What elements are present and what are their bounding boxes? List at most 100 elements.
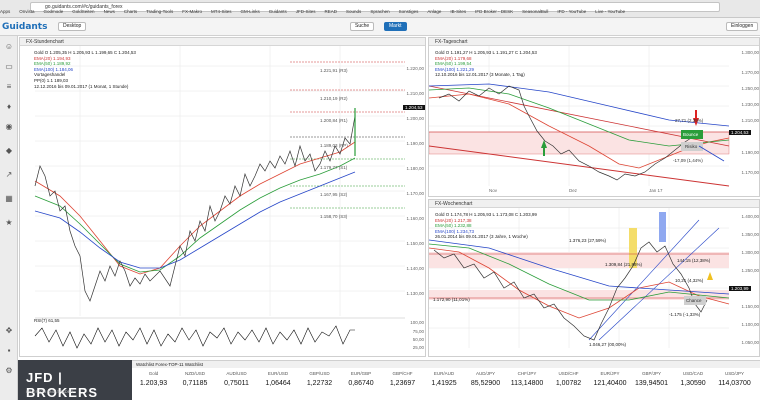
panel-title: FX-Tageschart — [429, 38, 759, 46]
daily-x-dez: Dez — [569, 188, 578, 193]
bookmark-item[interactable]: Godmode — [44, 9, 64, 14]
shield-icon[interactable]: ◆ — [4, 146, 14, 156]
bookmark-item[interactable]: Sounds — [346, 9, 361, 14]
bookmark-item[interactable]: Sonstiges — [399, 9, 419, 14]
watchlist-item[interactable]: GBP/JPY 139,94501 — [634, 371, 669, 401]
daily-price-tag: 1.204,53 — [729, 130, 751, 135]
pivot-s2-label: 1.167,95 (S2) — [320, 192, 348, 197]
bookmark-item[interactable]: Sprachen — [370, 9, 389, 14]
watchlist: Watchlist Forex-TOP-11 Watchlist Gold 1.2… — [132, 360, 760, 400]
watchlist-symbol: GBP/JPY — [641, 371, 661, 376]
login-button[interactable]: Einloggen — [726, 22, 759, 31]
watchlist-item[interactable]: USD/JPY 114,03700 — [717, 371, 752, 401]
watchlist-item[interactable]: EUR/JPY 121,40400 — [593, 371, 628, 401]
bookmark-item[interactable]: Live - YouTube — [595, 9, 625, 14]
monitor-icon[interactable]: ▭ — [4, 62, 14, 72]
square-icon[interactable]: ▪ — [4, 346, 14, 356]
watchlist-value: 1,30590 — [680, 380, 706, 387]
watchlist-symbol: EUR/GBP — [350, 371, 372, 376]
watchlist-item[interactable]: EUR/AUD 1,41925 — [427, 371, 462, 401]
watchlist-item[interactable]: CHF/JPY 113,14800 — [510, 371, 545, 401]
rsi-label: RSI(7) 61,55 — [34, 318, 60, 323]
watchlist-item[interactable]: AUD/USD 0,75011 — [219, 371, 254, 401]
bell-icon[interactable]: ♦ — [4, 102, 14, 112]
watchlist-value: 1,22732 — [306, 380, 333, 387]
watchlist-symbol: EUR/JPY — [600, 371, 620, 376]
chart-icon[interactable]: ↗ — [4, 170, 14, 180]
watchlist-item[interactable]: GBP/USD 1,22732 — [302, 371, 337, 401]
bookmark-item[interactable]: GM-Links — [240, 9, 259, 14]
panel-title: FX-Stundenchart — [20, 38, 425, 46]
bookmark-item[interactable]: FX-Makro — [182, 9, 202, 14]
bookmark-item[interactable]: Anlage — [427, 9, 441, 14]
bookmark-item[interactable]: IFD Broker - DESK — [475, 9, 513, 14]
hourly-chart-svg: 1.221,91 (R3) 1.210,19 (R2) 1.200,84 (R1… — [34, 46, 405, 349]
weekly-annot-7: 1.046,27 (00,00%) — [589, 342, 627, 347]
watchlist-value: 0,75011 — [224, 380, 249, 387]
watchlist-symbol: AUD/JPY — [475, 371, 495, 376]
bookmark-item[interactable]: Guidants — [269, 9, 287, 14]
watchlist-item[interactable]: USD/CAD 1,30590 — [676, 371, 711, 401]
bookmark-item[interactable]: JFD-Sites — [296, 9, 316, 14]
weekly-annot-4: 10,21 (4,32%) — [675, 278, 704, 283]
rsi-y-axis: 100,00 75,00 50,00 25,00 — [410, 320, 424, 350]
watchlist-value: 139,94501 — [634, 380, 669, 387]
watchlist-symbol: Gold — [148, 371, 159, 376]
bookmark-item[interactable]: SeasonalBull — [522, 9, 548, 14]
watchlist-value: 114,03700 — [718, 380, 751, 387]
broker-name: JFD | BROKERS — [26, 370, 99, 400]
chart-weekly[interactable]: FX-Wochenchart Chance Gold O 1.174,78 H … — [428, 199, 760, 357]
daily-x-jan: Jan 17 — [649, 188, 663, 193]
bookmark-item[interactable]: IB-Sites — [450, 9, 466, 14]
settings-icon[interactable]: ⚙ — [4, 366, 14, 376]
watchlist-symbol: GBP/CHF — [392, 371, 413, 376]
left-sidebar: ☺ ▭ ≡ ♦ ◉ ◆ ↗ ▦ ★ ✥ ▪ ⚙ — [0, 36, 18, 400]
grid-icon[interactable]: ▦ — [4, 194, 14, 204]
bookmark-item[interactable]: GoldSeiten — [72, 9, 94, 14]
app-logo: Guidants — [2, 22, 48, 32]
weekly-y-axis: 1.400,00 1.350,00 1.300,00 1.250,00 1.15… — [741, 214, 759, 345]
bookmark-item[interactable]: Trading-Tools — [146, 9, 173, 14]
desktop-button[interactable]: Desktop — [58, 22, 87, 31]
watchlist-item[interactable]: AUD/JPY 85,52900 — [468, 371, 503, 401]
daily-y-axis: 1.300,00 1.270,00 1.250,00 1.230,00 1.21… — [741, 50, 759, 175]
broker-banner[interactable]: JFD | BROKERS INVESTOR AND TRADER — [18, 360, 132, 400]
bookmark-item[interactable]: News — [104, 9, 115, 14]
chance-box: Chance — [686, 298, 702, 303]
move-icon[interactable]: ✥ — [4, 326, 14, 336]
weekly-annot-5: 1.172,90 (11,01%) — [433, 297, 470, 302]
watchlist-symbol: AUD/USD — [226, 371, 247, 376]
bookmark-item[interactable]: IFD - YouTube — [557, 9, 586, 14]
bookmark-item[interactable]: READ — [325, 9, 338, 14]
watchlist-item[interactable]: EUR/GBP 0,86740 — [344, 371, 379, 401]
watchlist-item[interactable]: USD/CHF 1,00782 — [551, 371, 586, 401]
bookmark-item[interactable]: Apps — [0, 9, 10, 14]
watchlist-symbol: EUR/AUD — [433, 371, 455, 376]
watchlist-symbol: USD/CHF — [558, 371, 579, 376]
list-icon[interactable]: ≡ — [4, 82, 14, 92]
bookmark-item[interactable]: Onvista — [19, 9, 34, 14]
chart-hourly[interactable]: FX-Stundenchart 1.221,91 (R3) 1.210,19 (… — [19, 37, 426, 357]
watchlist-item[interactable]: Gold 1.203,93 — [136, 371, 171, 401]
weekly-annot-3: 1.309,84 (21,86%) — [605, 262, 643, 267]
watchlist-symbol: GBP/USD — [309, 371, 330, 376]
watchlist-item[interactable]: EUR/USD 1,06464 — [261, 371, 296, 401]
avatar[interactable]: ☺ — [4, 42, 14, 52]
search-button[interactable]: Suche — [350, 22, 375, 31]
star-icon[interactable]: ★ — [4, 218, 14, 228]
pivot-r3-label: 1.221,91 (R3) — [320, 68, 348, 73]
chart-daily[interactable]: FX-Tageschart Bounce Risiko 27,71 (2,35%… — [428, 37, 760, 197]
weekly-legend: Gold O 1.174,78 H 1.205,93 L 1.173,08 C … — [435, 212, 537, 240]
watchlist-item[interactable]: GBP/CHF 1,23697 — [385, 371, 420, 401]
weekly-annot-2: 144,15 (12,38%) — [677, 258, 711, 263]
bookmark-item[interactable]: Charts — [124, 9, 137, 14]
bookmark-item[interactable]: MT4-Sites — [211, 9, 232, 14]
watchlist-item[interactable]: NZD/USD 0,71185 — [178, 371, 213, 401]
watchlist-value: 85,52900 — [470, 380, 501, 387]
annot-top: 27,71 (2,35%) — [675, 118, 704, 123]
market-button[interactable]: Markt — [384, 22, 407, 31]
eye-icon[interactable]: ◉ — [4, 122, 14, 132]
hourly-y-axis: 1.220,00 1.210,00 1.200,00 1.190,00 1.18… — [406, 66, 424, 296]
daily-legend: Gold O 1.191,27 H 1.205,93 L 1.191,27 C … — [435, 50, 537, 78]
broker-sub: INVESTOR AND TRADER — [26, 389, 74, 394]
